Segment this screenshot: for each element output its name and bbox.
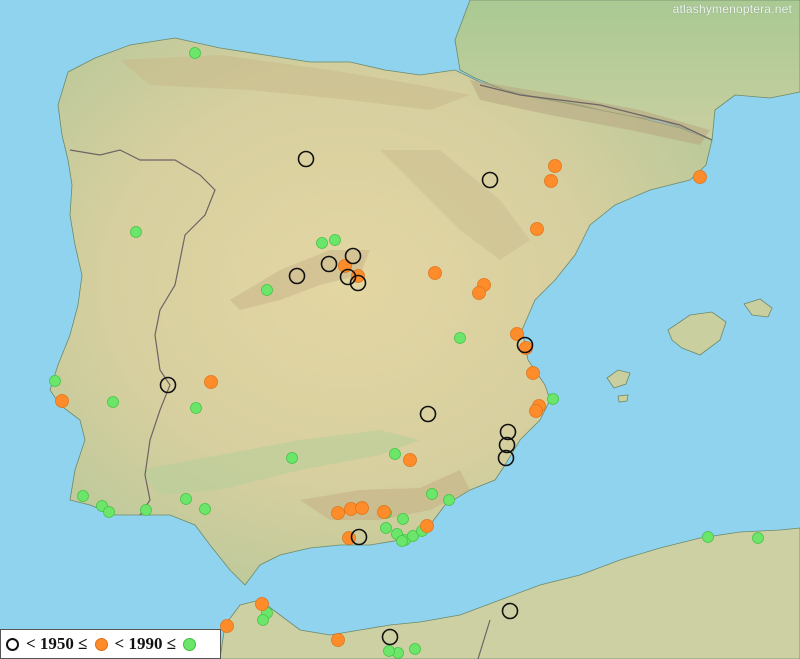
- record-post1990-marker: [426, 488, 438, 500]
- record-post1990-marker: [396, 535, 408, 547]
- record-post1990-marker: [180, 493, 192, 505]
- record-1950-1990-marker: [220, 619, 234, 633]
- record-post1990-marker: [383, 645, 395, 657]
- record-1950-1990-marker: [204, 375, 218, 389]
- record-1950-1990-marker: [355, 501, 369, 515]
- record-post1990-marker: [397, 513, 409, 525]
- record-1950-1990-marker: [403, 453, 417, 467]
- record-post1990-marker: [140, 504, 152, 516]
- record-1950-1990-marker: [428, 266, 442, 280]
- legend: < 1950 ≤ < 1990 ≤: [0, 629, 221, 659]
- record-post1990-marker: [107, 396, 119, 408]
- record-post1990-marker: [752, 532, 764, 544]
- record-post1990-marker: [199, 503, 211, 515]
- record-post1990-marker: [389, 448, 401, 460]
- record-1950-1990-marker: [55, 394, 69, 408]
- record-post1990-marker: [409, 643, 421, 655]
- watermark: atlashymenoptera.net: [672, 2, 792, 16]
- record-post1990-marker: [286, 452, 298, 464]
- record-1950-1990-marker: [331, 506, 345, 520]
- record-1950-1990-marker: [529, 404, 543, 418]
- formentera-island: [617, 394, 629, 403]
- legend-symbol-post1990: [183, 637, 197, 651]
- record-post1990-marker: [257, 614, 269, 626]
- record-post1990-marker: [547, 393, 559, 405]
- record-post1990-marker: [189, 47, 201, 59]
- record-1950-1990-marker: [420, 519, 434, 533]
- record-post1990-marker: [702, 531, 714, 543]
- legend-label-1990: < 1990 ≤: [114, 634, 177, 653]
- record-1950-1990-marker: [472, 286, 486, 300]
- relief-map: [0, 0, 800, 659]
- record-post1990-marker: [329, 234, 341, 246]
- record-post1990-marker: [190, 402, 202, 414]
- record-1950-1990-marker: [548, 159, 562, 173]
- record-post1990-marker: [316, 237, 328, 249]
- record-post1990-marker: [454, 332, 466, 344]
- legend-label-1950: < 1950 ≤: [26, 634, 88, 653]
- record-1950-1990-marker: [255, 597, 269, 611]
- record-1950-1990-marker: [693, 170, 707, 184]
- record-post1990-marker: [443, 494, 455, 506]
- record-1950-1990-marker: [530, 222, 544, 236]
- record-1950-1990-marker: [544, 174, 558, 188]
- record-post1990-marker: [103, 506, 115, 518]
- record-post1990-marker: [261, 284, 273, 296]
- record-post1990-marker: [49, 375, 61, 387]
- record-1950-1990-marker: [526, 366, 540, 380]
- legend-symbol-pre1950: [6, 637, 19, 651]
- record-post1990-marker: [77, 490, 89, 502]
- record-1950-1990-marker: [331, 633, 345, 647]
- record-post1990-marker: [130, 226, 142, 238]
- record-post1990-marker: [380, 522, 392, 534]
- record-1950-1990-marker: [377, 505, 391, 519]
- legend-symbol-1950-1990: [94, 637, 108, 651]
